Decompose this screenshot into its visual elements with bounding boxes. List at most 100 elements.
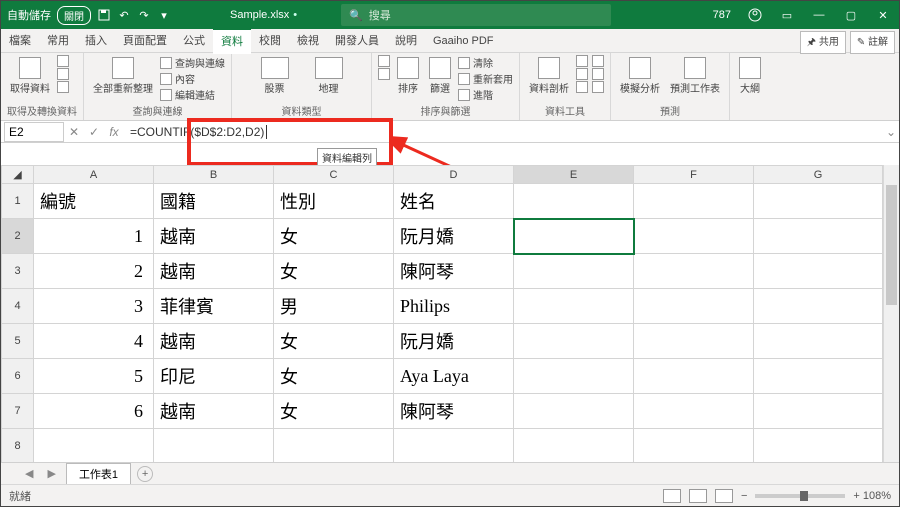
close-button[interactable]: ✕	[867, 1, 899, 29]
tab-file[interactable]: 檔案	[1, 29, 39, 53]
enter-fx-icon[interactable]: ✓	[84, 125, 104, 139]
vertical-scrollbar[interactable]	[883, 165, 899, 462]
cell[interactable]	[634, 359, 754, 394]
cell[interactable]: 女	[274, 359, 394, 394]
cell[interactable]	[634, 254, 754, 289]
cell[interactable]: 阮月嬌	[394, 219, 514, 254]
tab-pagelayout[interactable]: 頁面配置	[115, 29, 175, 53]
cell[interactable]: 女	[274, 254, 394, 289]
page-layout-view-icon[interactable]	[689, 489, 707, 503]
cell[interactable]	[754, 219, 883, 254]
cell[interactable]	[514, 429, 634, 463]
selected-cell[interactable]	[514, 219, 634, 254]
cell[interactable]	[754, 254, 883, 289]
redo-icon[interactable]: ↷	[137, 8, 151, 22]
share-button[interactable]: 🖈 共用	[800, 31, 846, 54]
row-header[interactable]: 4	[2, 289, 34, 324]
expand-formula-icon[interactable]: ⌄	[883, 125, 899, 139]
cell[interactable]	[634, 219, 754, 254]
cell[interactable]	[754, 289, 883, 324]
properties[interactable]: 內容	[160, 71, 225, 86]
refresh-all-button[interactable]: 全部重新整理	[90, 55, 156, 97]
col-header-C[interactable]: C	[274, 166, 394, 184]
cell[interactable]: 女	[274, 219, 394, 254]
reapply-filter[interactable]: 重新套用	[458, 71, 513, 86]
tab-view[interactable]: 檢視	[289, 29, 327, 53]
cell[interactable]: 印尼	[154, 359, 274, 394]
remove-dup-icon[interactable]	[576, 68, 588, 80]
cell[interactable]	[634, 429, 754, 463]
row-header[interactable]: 3	[2, 254, 34, 289]
cell[interactable]: 菲律賓	[154, 289, 274, 324]
zoom-out-button[interactable]: −	[741, 490, 747, 502]
sort-za-icon[interactable]	[378, 68, 390, 80]
whatif-button[interactable]: 模擬分析	[617, 55, 663, 97]
data-valid-icon[interactable]	[576, 81, 588, 93]
advanced-filter[interactable]: 進階	[458, 87, 513, 102]
name-box[interactable]: E2	[4, 122, 64, 142]
cell[interactable]	[274, 429, 394, 463]
cell[interactable]: 越南	[154, 324, 274, 359]
from-table-icon[interactable]	[57, 81, 69, 93]
cell[interactable]: Aya Laya	[394, 359, 514, 394]
page-break-view-icon[interactable]	[715, 489, 733, 503]
row-header[interactable]: 5	[2, 324, 34, 359]
sort-az-icon[interactable]	[378, 55, 390, 67]
tab-insert[interactable]: 插入	[77, 29, 115, 53]
row-header[interactable]: 1	[2, 184, 34, 219]
spreadsheet-grid[interactable]: ◢ A B C D E F G 1編號國籍性別姓名 21越南女阮月嬌 32越南女…	[1, 165, 883, 462]
text-to-columns-button[interactable]: 資料剖析	[526, 55, 572, 97]
col-header-D[interactable]: D	[394, 166, 514, 184]
cell[interactable]	[634, 394, 754, 429]
cell[interactable]: 姓名	[394, 184, 514, 219]
cell[interactable]	[754, 184, 883, 219]
account-icon[interactable]	[739, 1, 771, 29]
cell[interactable]: 陳阿琴	[394, 254, 514, 289]
col-header-A[interactable]: A	[34, 166, 154, 184]
cell[interactable]	[754, 394, 883, 429]
cell[interactable]: 1	[34, 219, 154, 254]
tab-review[interactable]: 校閱	[251, 29, 289, 53]
cell[interactable]	[34, 429, 154, 463]
outline-button[interactable]: 大綱	[736, 55, 764, 97]
cell[interactable]	[514, 359, 634, 394]
cell[interactable]	[754, 324, 883, 359]
cell[interactable]: 5	[34, 359, 154, 394]
from-text-icon[interactable]	[57, 55, 69, 67]
select-all-corner[interactable]: ◢	[2, 166, 34, 184]
zoom-level[interactable]: + 108%	[853, 490, 891, 502]
cancel-fx-icon[interactable]: ✕	[64, 125, 84, 139]
col-header-G[interactable]: G	[754, 166, 883, 184]
sheet-nav-prev-icon[interactable]: ◀	[21, 467, 37, 480]
row-header[interactable]: 8	[2, 429, 34, 463]
flash-fill-icon[interactable]	[576, 55, 588, 67]
zoom-slider[interactable]	[755, 494, 845, 498]
add-sheet-button[interactable]: +	[137, 466, 153, 482]
tab-data[interactable]: 資料	[213, 28, 251, 54]
stocks-button[interactable]: 股票	[258, 55, 292, 97]
cell[interactable]	[634, 324, 754, 359]
cell[interactable]: 性別	[274, 184, 394, 219]
cell[interactable]: 女	[274, 394, 394, 429]
sheet-nav-next-icon[interactable]: ▶	[43, 467, 59, 480]
ribbon-display-icon[interactable]: ▭	[771, 1, 803, 29]
clear-filter[interactable]: 清除	[458, 55, 513, 70]
undo-icon[interactable]: ↶	[117, 8, 131, 22]
cell[interactable]	[514, 254, 634, 289]
edit-links[interactable]: 編輯連結	[160, 87, 225, 102]
cell[interactable]: 3	[34, 289, 154, 324]
autosave-toggle[interactable]: 關閉	[57, 6, 91, 25]
col-header-F[interactable]: F	[634, 166, 754, 184]
row-header[interactable]: 7	[2, 394, 34, 429]
cell[interactable]: 越南	[154, 219, 274, 254]
search-box[interactable]: 🔍 搜尋	[341, 4, 611, 26]
tab-developer[interactable]: 開發人員	[327, 29, 387, 53]
sheet-tab[interactable]: 工作表1	[66, 463, 131, 484]
cell[interactable]: 國籍	[154, 184, 274, 219]
cell[interactable]	[754, 429, 883, 463]
row-header[interactable]: 6	[2, 359, 34, 394]
cell[interactable]	[634, 289, 754, 324]
comment-button[interactable]: ✎ 註解	[850, 31, 895, 54]
row-header[interactable]: 2	[2, 219, 34, 254]
cell[interactable]: 編號	[34, 184, 154, 219]
